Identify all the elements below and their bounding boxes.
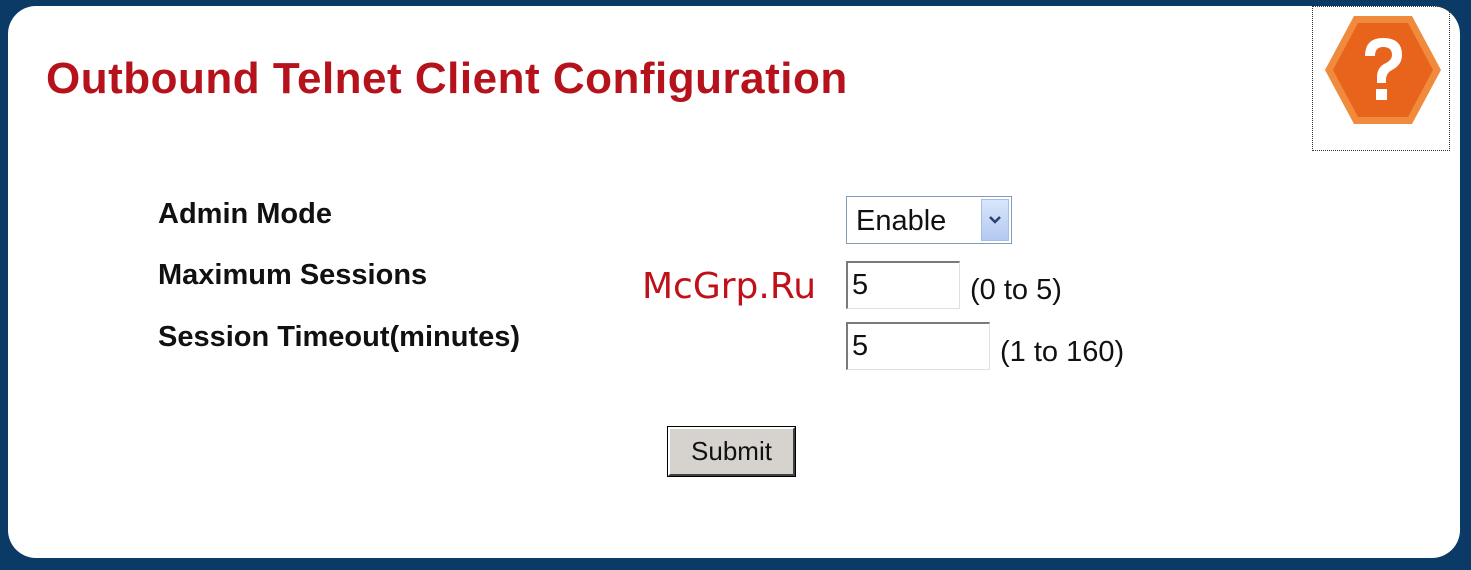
admin-mode-selected-value: Enable [856,205,947,237]
watermark: McGrp.Ru [642,266,817,307]
session-timeout-label: Session Timeout(minutes) [158,321,521,353]
submit-button[interactable]: Submit [668,427,795,476]
dropdown-arrow-icon[interactable] [981,199,1009,241]
session-timeout-range: (1 to 160) [1000,336,1125,368]
max-sessions-label: Maximum Sessions [158,259,428,291]
page-title: Outbound Telnet Client Configuration [46,54,848,103]
content-panel: Outbound Telnet Client Configuration Adm… [8,6,1460,558]
help-question-icon [1325,16,1441,124]
help-button[interactable] [1312,6,1450,151]
max-sessions-range: (0 to 5) [970,274,1062,306]
admin-mode-label: Admin Mode [158,198,332,230]
session-timeout-input[interactable] [846,322,990,370]
max-sessions-input[interactable] [846,261,960,309]
admin-mode-select[interactable]: Enable [846,196,1012,244]
